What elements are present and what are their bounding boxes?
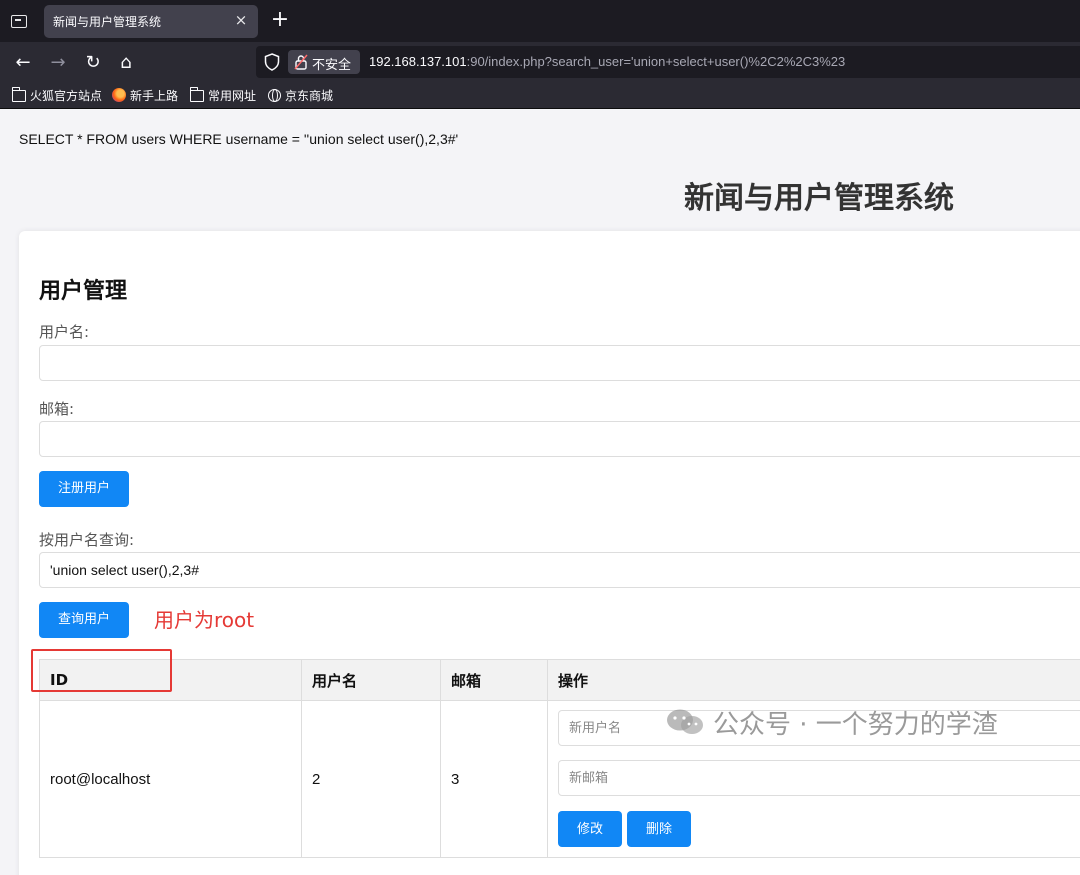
reload-icon[interactable]: ↻ [80, 50, 106, 76]
section-title: 用户管理 [39, 279, 128, 304]
bookmark-label: 新手上路 [130, 89, 179, 103]
column-header-email: 邮箱 [440, 659, 548, 701]
browser-tab-bar: 新闻与用户管理系统 × + [0, 0, 1080, 42]
sql-query-output: SELECT * FROM users WHERE username = ''u… [19, 131, 459, 147]
cell-email: 3 [440, 700, 548, 858]
folder-icon [189, 87, 204, 102]
url-host: 192.168.137.101 [369, 54, 467, 69]
folder-icon [11, 87, 26, 102]
forward-icon[interactable]: → [45, 50, 71, 76]
column-header-username: 用户名 [301, 659, 441, 701]
bookmark-item[interactable]: 常用网址 [189, 87, 257, 105]
email-input[interactable] [39, 421, 1080, 457]
insecure-connection-chip[interactable]: 不安全 [288, 50, 360, 74]
search-label: 按用户名查询: [39, 531, 135, 549]
home-icon[interactable]: ⌂ [113, 50, 139, 76]
annotation-text: 用户为root [154, 608, 255, 632]
bookmark-item[interactable]: 新手上路 [112, 87, 178, 105]
tab-list-icon[interactable] [6, 8, 32, 34]
bookmark-label: 常用网址 [208, 89, 257, 103]
cell-id: root@localhost [39, 700, 302, 858]
user-management-card: 用户管理 用户名: 邮箱: 注册用户 按用户名查询: 'union select… [19, 231, 1080, 875]
globe-icon [268, 89, 281, 102]
annotation-highlight-box [31, 649, 172, 692]
page-content: SELECT * FROM users WHERE username = ''u… [0, 109, 1080, 875]
search-user-button[interactable]: 查询用户 [39, 602, 129, 638]
new-email-input[interactable]: 新邮箱 [558, 760, 1080, 796]
back-icon[interactable]: ← [10, 50, 36, 76]
bookmark-item[interactable]: 火狐官方站点 [11, 87, 103, 105]
browser-nav-bar: ← → ↻ ⌂ 不安全 192.168.137.101:90/index.php… [0, 42, 1080, 82]
bookmark-item[interactable]: 京东商城 [268, 87, 333, 105]
register-user-button[interactable]: 注册用户 [39, 471, 129, 507]
edit-button[interactable]: 修改 [558, 811, 622, 847]
url-bar[interactable]: 不安全 192.168.137.101:90/index.php?search_… [256, 46, 1080, 78]
insecure-lock-icon [294, 54, 308, 70]
username-label: 用户名: [39, 323, 90, 341]
table-header-row: ID 用户名 邮箱 操作 [39, 659, 1080, 701]
watermark-text: 公众号 · 一个努力的学渣 [713, 710, 998, 740]
tab-title: 新闻与用户管理系统 [53, 15, 162, 29]
browser-tab[interactable]: 新闻与用户管理系统 × [44, 5, 258, 38]
bookmark-label: 京东商城 [285, 89, 334, 103]
users-table: ID 用户名 邮箱 操作 root@localhost 2 3 新用户名 新邮箱… [39, 659, 1080, 858]
delete-button[interactable]: 删除 [627, 811, 691, 847]
column-header-actions: 操作 [547, 659, 1080, 701]
cell-username: 2 [301, 700, 441, 858]
firefox-icon [112, 88, 126, 102]
bookmarks-bar: 火狐官方站点 新手上路 常用网址 京东商城 [0, 82, 1080, 109]
page-title: 新闻与用户管理系统 [684, 181, 954, 216]
wechat-logo-icon [667, 709, 703, 734]
close-tab-icon[interactable]: × [232, 11, 250, 29]
url-path: :90/index.php?search_user='union+select+… [466, 54, 846, 69]
new-tab-button[interactable]: + [268, 9, 292, 33]
email-label: 邮箱: [39, 400, 75, 418]
tracking-shield-icon[interactable] [264, 53, 280, 71]
bookmark-label: 火狐官方站点 [30, 89, 103, 103]
search-input[interactable]: 'union select user(),2,3# [39, 552, 1080, 588]
username-input[interactable] [39, 345, 1080, 381]
url-text[interactable]: 192.168.137.101:90/index.php?search_user… [369, 54, 845, 69]
insecure-label: 不安全 [312, 58, 352, 73]
